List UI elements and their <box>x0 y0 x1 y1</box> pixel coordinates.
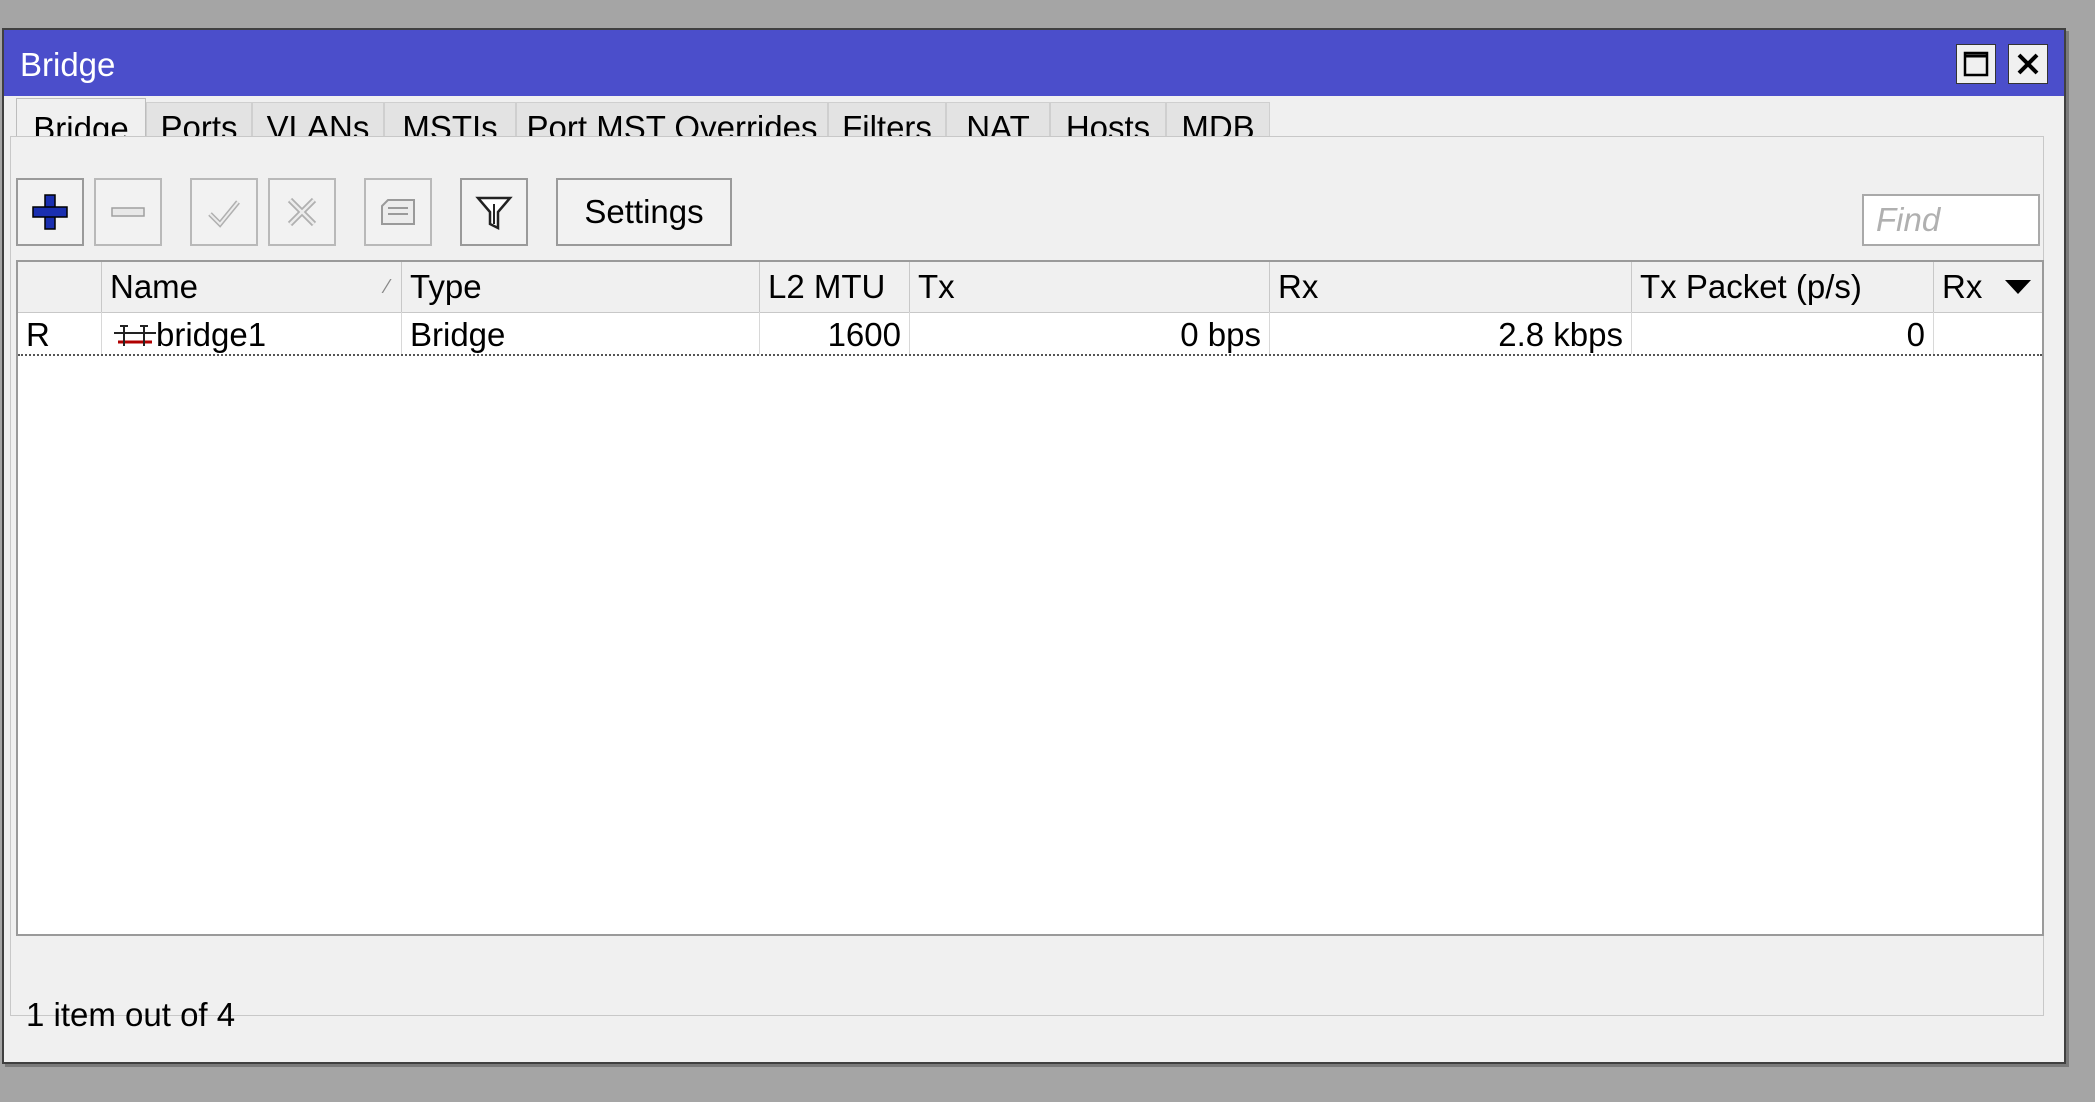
enable-button[interactable] <box>190 178 258 246</box>
table-header: Name ⁄ Type L2 MTU Tx Rx Tx Packet (p/s)… <box>18 262 2042 313</box>
check-icon <box>208 200 240 228</box>
column-header-rx-packet[interactable]: Rx P <box>1934 262 1996 312</box>
row-flag: R <box>18 312 102 354</box>
status-text: 1 item out of 4 <box>26 996 236 1033</box>
disable-button[interactable] <box>268 178 336 246</box>
row-rx-packet <box>1934 312 2042 354</box>
filter-icon <box>475 196 513 231</box>
filter-button[interactable] <box>460 178 528 246</box>
chevron-down-icon <box>2005 280 2031 294</box>
row-type: Bridge <box>402 312 760 354</box>
column-header-tx[interactable]: Tx <box>910 262 1270 312</box>
column-header-l2mtu[interactable]: L2 MTU <box>760 262 910 312</box>
add-button[interactable] <box>16 178 84 246</box>
column-header-name-label: Name <box>110 268 199 305</box>
remove-button[interactable] <box>94 178 162 246</box>
row-tx-packet: 0 <box>1632 312 1934 354</box>
window-title: Bridge <box>20 46 116 83</box>
row-tx: 0 bps <box>910 312 1270 354</box>
column-header-name[interactable]: Name ⁄ <box>102 262 402 312</box>
title-bar[interactable]: Bridge <box>4 30 2064 96</box>
minus-icon <box>111 207 145 217</box>
settings-label: Settings <box>584 193 704 230</box>
table-row[interactable]: R bridge1 Bridge 1600 0 bps 2.8 kbps 0 <box>18 312 2042 356</box>
row-name-cell: bridge1 <box>102 312 402 354</box>
row-rx: 2.8 kbps <box>1270 312 1632 354</box>
bridge-table: Name ⁄ Type L2 MTU Tx Rx Tx Packet (p/s)… <box>16 260 2044 936</box>
maximize-button[interactable] <box>1956 44 1996 84</box>
close-icon <box>2017 53 2039 75</box>
close-button[interactable] <box>2008 44 2048 84</box>
bridge-icon <box>114 325 156 346</box>
column-header-tx-packet[interactable]: Tx Packet (p/s) <box>1632 262 1934 312</box>
column-menu-button[interactable] <box>1994 262 2042 312</box>
row-name: bridge1 <box>156 316 267 353</box>
comment-button[interactable] <box>364 178 432 246</box>
settings-button[interactable]: Settings <box>556 178 732 246</box>
maximize-icon <box>1963 51 1989 77</box>
column-header-type[interactable]: Type <box>402 262 760 312</box>
comment-icon <box>381 199 415 225</box>
sort-indicator-icon: ⁄ <box>385 276 389 298</box>
find-input[interactable] <box>1862 194 2040 246</box>
cross-icon <box>287 197 317 227</box>
column-header-flags[interactable] <box>18 262 102 312</box>
plus-icon <box>32 194 68 230</box>
row-l2mtu: 1600 <box>760 312 910 354</box>
column-header-rx[interactable]: Rx <box>1270 262 1632 312</box>
